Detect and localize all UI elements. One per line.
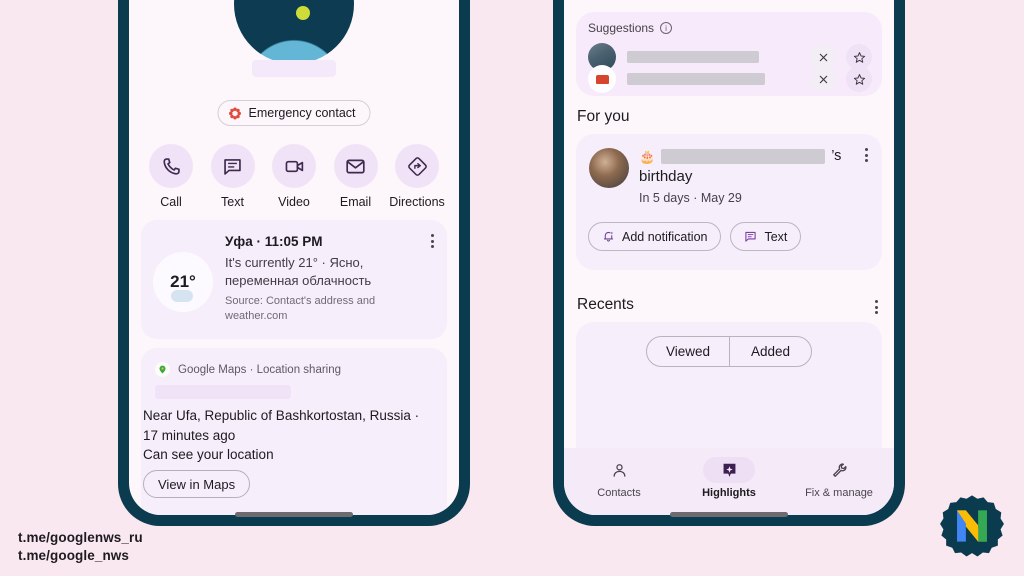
weather-title: Уфа · 11:05 PM bbox=[225, 234, 323, 249]
text-button[interactable]: Text bbox=[730, 222, 802, 251]
directions-diamond-icon bbox=[395, 144, 439, 188]
favorite-suggestion-button[interactable] bbox=[846, 66, 872, 92]
suggestions-title: Suggestions bbox=[588, 21, 655, 35]
suggestions-card: Suggestions i bbox=[576, 12, 882, 96]
birthday-name-row: 🎂 ’s bbox=[639, 148, 846, 164]
weather-overflow-menu[interactable] bbox=[431, 234, 434, 248]
weather-card[interactable]: 21° Уфа · 11:05 PM It's currently 21° · … bbox=[141, 220, 447, 339]
bell-sparkle-icon bbox=[603, 231, 614, 242]
action-email-label: Email bbox=[339, 195, 372, 209]
cake-emoji-icon: 🎂 bbox=[639, 148, 656, 164]
tab-viewed[interactable]: Viewed bbox=[647, 337, 729, 366]
message-bubble-icon bbox=[745, 231, 757, 242]
nav-item-highlights[interactable]: Highlights bbox=[674, 457, 784, 499]
action-directions[interactable]: Directions bbox=[387, 144, 447, 209]
right-home-indicator bbox=[670, 512, 788, 517]
weather-temperature-value: 21° bbox=[170, 272, 196, 291]
birthday-possessive: ’s bbox=[831, 148, 842, 164]
maps-visibility-line: Can see your location bbox=[143, 447, 274, 463]
emergency-flower-icon bbox=[229, 107, 241, 119]
quick-actions-row: Call Text Video Email Directions bbox=[129, 144, 459, 209]
emergency-contact-label: Emergency contact bbox=[248, 106, 356, 120]
left-phone-frame: Emergency contact Call Text Video Email … bbox=[118, 0, 470, 526]
birthday-when-label: In 5 days · May 29 bbox=[639, 191, 742, 205]
video-camera-icon bbox=[272, 144, 316, 188]
suggestion-row-2[interactable] bbox=[588, 62, 872, 96]
screenshot-canvas: Emergency contact Call Text Video Email … bbox=[0, 0, 1024, 576]
message-icon bbox=[210, 144, 255, 188]
action-email[interactable]: Email bbox=[326, 144, 386, 209]
dismiss-suggestion-button[interactable] bbox=[810, 66, 836, 92]
watermark-line-2: t.me/google_nws bbox=[18, 547, 130, 563]
contact-avatar bbox=[234, 0, 354, 64]
maps-card-header: Google Maps · Location sharing bbox=[155, 362, 341, 377]
map-pin-icon bbox=[155, 362, 170, 377]
action-call[interactable]: Call bbox=[141, 144, 201, 209]
info-icon[interactable]: i bbox=[660, 22, 673, 34]
suggestion-name-redacted bbox=[627, 73, 765, 85]
cloud-icon bbox=[171, 290, 193, 302]
add-notification-button[interactable]: Add notification bbox=[588, 222, 722, 251]
action-text-label: Text bbox=[221, 195, 244, 209]
weather-description: It's currently 21° · Ясно, переменная об… bbox=[225, 255, 372, 288]
maps-contact-name-redacted bbox=[155, 385, 291, 399]
left-phone-screen: Emergency contact Call Text Video Email … bbox=[129, 0, 459, 515]
highlight-badge-icon bbox=[703, 457, 755, 483]
nav-item-contacts[interactable]: Contacts bbox=[564, 457, 674, 499]
action-video[interactable]: Video bbox=[264, 144, 324, 209]
left-home-indicator bbox=[235, 512, 353, 517]
maps-card-header-label: Google Maps · Location sharing bbox=[178, 363, 342, 376]
recents-tabs: Viewed Added bbox=[646, 336, 812, 367]
phone-icon bbox=[149, 144, 193, 188]
wrench-icon bbox=[813, 457, 865, 483]
weather-temperature: 21° bbox=[153, 252, 213, 312]
bottom-navigation-bar: Contacts Highlights Fix & manage bbox=[564, 448, 894, 515]
contact-name-redacted bbox=[252, 60, 336, 77]
recents-overflow-menu[interactable] bbox=[875, 300, 878, 314]
emergency-contact-chip[interactable]: Emergency contact bbox=[217, 100, 371, 126]
weather-source: Source: Contact's address and weather.co… bbox=[225, 295, 376, 323]
nws-logo bbox=[938, 494, 1006, 562]
text-button-label: Text bbox=[764, 229, 788, 244]
action-video-label: Video bbox=[278, 195, 310, 209]
right-phone-frame: Suggestions i For you 🎂 ’s birthday In 5… bbox=[553, 0, 905, 526]
action-directions-label: Directions bbox=[389, 195, 445, 209]
recents-heading: Recents bbox=[577, 296, 634, 313]
nav-contacts-label: Contacts bbox=[597, 487, 641, 499]
birthday-overflow-menu[interactable] bbox=[865, 148, 868, 162]
for-you-heading: For you bbox=[577, 108, 630, 125]
maps-time-line: 17 minutes ago bbox=[143, 427, 236, 443]
nav-highlights-label: Highlights bbox=[702, 487, 756, 499]
view-in-maps-button[interactable]: View in Maps bbox=[143, 470, 251, 498]
birthday-event-label: birthday bbox=[639, 168, 693, 185]
add-notification-label: Add notification bbox=[622, 229, 708, 244]
contact-photo-avatar bbox=[589, 148, 629, 188]
watermark: t.me/googlenws_ru t.me/google_nws bbox=[18, 529, 143, 565]
envelope-icon bbox=[333, 144, 378, 188]
birthday-name-redacted bbox=[661, 148, 826, 164]
nws-logo-mark bbox=[940, 495, 1004, 557]
nav-item-fix-manage[interactable]: Fix & manage bbox=[784, 457, 894, 499]
action-text[interactable]: Text bbox=[203, 144, 263, 209]
birthday-card[interactable]: 🎂 ’s birthday In 5 days · May 29 Add not… bbox=[576, 134, 882, 270]
maps-location-line: Near Ufa, Republic of Bashkortostan, Rus… bbox=[143, 408, 420, 423]
nav-fix-manage-label: Fix & manage bbox=[805, 487, 873, 499]
person-outline-icon bbox=[593, 457, 645, 483]
brand-logo-avatar bbox=[588, 65, 616, 93]
location-sharing-card: Google Maps · Location sharing Near Ufa,… bbox=[141, 348, 447, 515]
watermark-line-1: t.me/googlenws_ru bbox=[18, 530, 143, 545]
suggestions-header: Suggestions i bbox=[588, 21, 673, 35]
right-phone-screen: Suggestions i For you 🎂 ’s birthday In 5… bbox=[564, 0, 894, 515]
tab-added[interactable]: Added bbox=[729, 337, 811, 366]
maps-card-body: Near Ufa, Republic of Bashkortostan, Rus… bbox=[143, 406, 441, 465]
action-call-label: Call bbox=[160, 195, 182, 209]
